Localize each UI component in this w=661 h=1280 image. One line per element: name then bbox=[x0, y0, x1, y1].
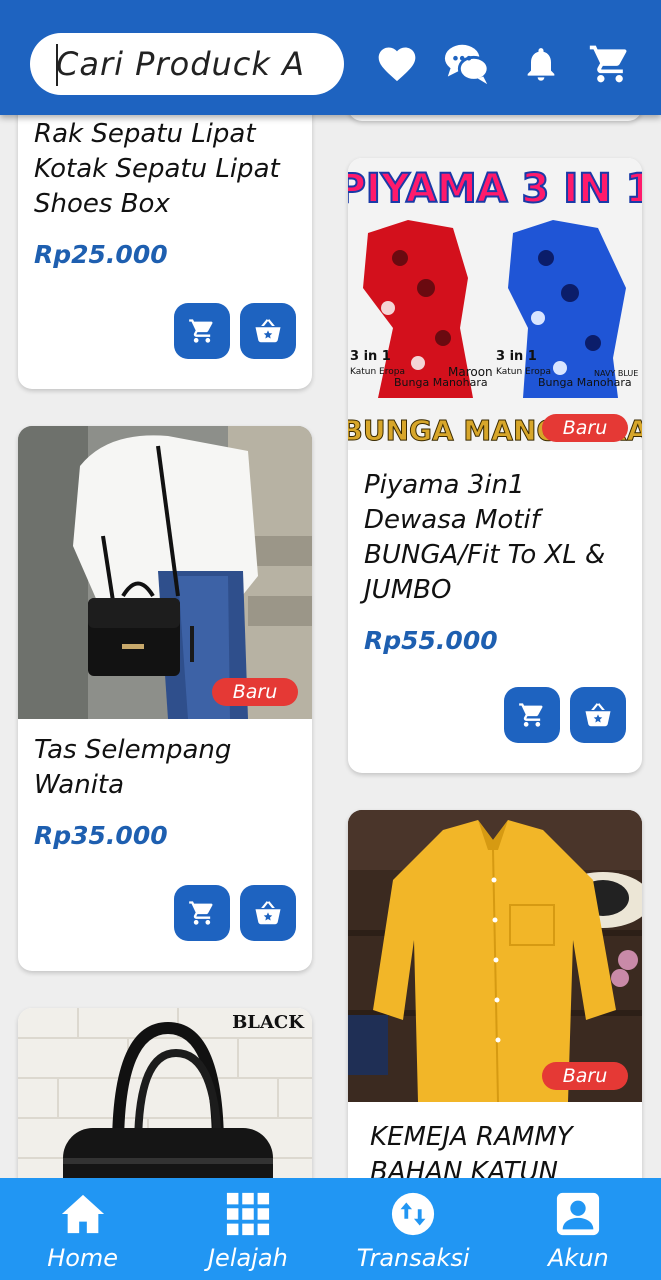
product-card[interactable]: Baru Tas Selempang Wanita Rp35.000 bbox=[18, 426, 312, 971]
cart-icon bbox=[519, 703, 543, 727]
buy-now-button[interactable] bbox=[240, 303, 296, 359]
svg-text:Maroon: Maroon bbox=[448, 365, 493, 379]
cart-icon bbox=[189, 901, 213, 925]
bell-icon bbox=[527, 48, 555, 81]
product-card[interactable]: Rak Sepatu Lipat Kotak Sepatu Lipat Shoe… bbox=[18, 115, 312, 389]
svg-text:3 in 1: 3 in 1 bbox=[496, 349, 537, 364]
cart-icon bbox=[589, 45, 627, 83]
product-card[interactable]: BLACK bbox=[18, 1008, 312, 1178]
notification-button[interactable] bbox=[517, 40, 565, 88]
basket-icon bbox=[255, 901, 281, 925]
account-icon bbox=[557, 1192, 600, 1236]
svg-text:NAVY BLUE: NAVY BLUE bbox=[594, 369, 638, 378]
product-image: Baru bbox=[18, 426, 312, 719]
nav-label: Transaksi bbox=[356, 1244, 470, 1272]
search-input[interactable] bbox=[30, 33, 344, 95]
grid-icon bbox=[226, 1192, 269, 1236]
nav-akun[interactable]: Akun bbox=[496, 1178, 661, 1280]
product-price: Rp35.000 bbox=[34, 821, 168, 850]
add-to-cart-button[interactable] bbox=[174, 303, 230, 359]
chat-button[interactable] bbox=[443, 40, 491, 88]
image-headline: PIYAMA 3 IN 1 bbox=[348, 166, 642, 212]
image-label: BLACK bbox=[232, 1012, 305, 1033]
new-badge: Baru bbox=[542, 1062, 628, 1090]
cart-button[interactable] bbox=[586, 40, 634, 88]
nav-jelajah[interactable]: Jelajah bbox=[165, 1178, 330, 1280]
black-bag-photo: BLACK bbox=[18, 1008, 312, 1178]
product-price: Rp25.000 bbox=[34, 240, 168, 269]
bottom-navigation: Home Jelajah Transaksi Akun bbox=[0, 1178, 661, 1280]
add-to-cart-button[interactable] bbox=[504, 687, 560, 743]
new-badge: Baru bbox=[212, 678, 298, 706]
basket-icon bbox=[255, 319, 281, 343]
product-image: PIYAMA 3 IN 1 3 in 1 Katun Eropa Bunga M… bbox=[348, 158, 642, 450]
nav-transaksi[interactable]: Transaksi bbox=[331, 1178, 496, 1280]
search-box[interactable] bbox=[30, 33, 344, 95]
buy-now-button[interactable] bbox=[240, 885, 296, 941]
new-badge: Baru bbox=[542, 414, 628, 442]
chat-icon bbox=[444, 44, 490, 85]
product-card[interactable]: Baru KEMEJA RAMMY BAHAN KATUN bbox=[348, 810, 642, 1178]
svg-text:3 in 1: 3 in 1 bbox=[350, 349, 391, 364]
nav-label: Jelajah bbox=[207, 1244, 288, 1272]
product-name: Tas Selempang Wanita bbox=[34, 735, 232, 800]
product-name: KEMEJA RAMMY BAHAN KATUN bbox=[370, 1122, 573, 1178]
product-card[interactable]: PIYAMA 3 IN 1 3 in 1 Katun Eropa Bunga M… bbox=[348, 158, 642, 773]
shirt-photo bbox=[348, 810, 642, 1102]
heart-icon bbox=[378, 47, 416, 82]
bag-photo bbox=[18, 426, 312, 719]
product-name: Piyama 3in1 Dewasa Motif BUNGA/Fit To XL… bbox=[364, 470, 606, 605]
add-to-cart-button[interactable] bbox=[174, 885, 230, 941]
product-name: Rak Sepatu Lipat Kotak Sepatu Lipat Shoe… bbox=[34, 119, 280, 219]
product-grid: Rak Sepatu Lipat Kotak Sepatu Lipat Shoe… bbox=[0, 115, 661, 1178]
nav-label: Home bbox=[47, 1244, 119, 1272]
top-app-bar bbox=[0, 0, 661, 115]
transfer-icon bbox=[392, 1192, 435, 1236]
buy-now-button[interactable] bbox=[570, 687, 626, 743]
wishlist-button[interactable] bbox=[373, 40, 421, 88]
product-price: Rp55.000 bbox=[364, 626, 498, 655]
product-card-partial[interactable] bbox=[348, 115, 642, 121]
nav-label: Akun bbox=[548, 1244, 609, 1272]
pajama-photo: PIYAMA 3 IN 1 3 in 1 Katun Eropa Bunga M… bbox=[348, 158, 642, 450]
cart-icon bbox=[189, 319, 213, 343]
home-icon bbox=[61, 1194, 104, 1234]
product-image: Baru bbox=[348, 810, 642, 1102]
basket-icon bbox=[585, 703, 611, 727]
product-image: BLACK bbox=[18, 1008, 312, 1178]
nav-home[interactable]: Home bbox=[0, 1178, 165, 1280]
text-cursor bbox=[56, 44, 58, 86]
